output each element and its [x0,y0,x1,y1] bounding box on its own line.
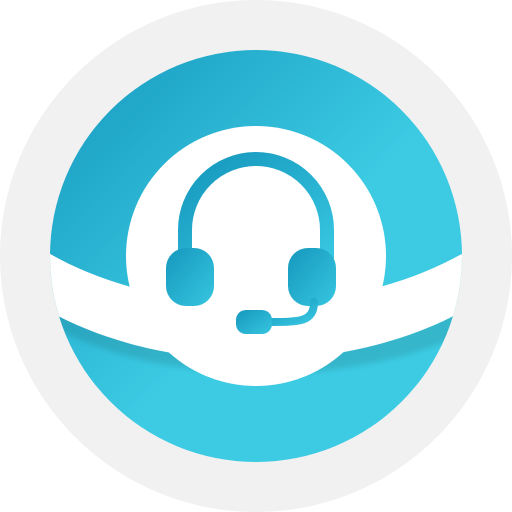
app-icon [0,0,512,512]
right-earcup [288,248,336,306]
left-earcup [166,248,214,306]
microphone [236,310,272,334]
support-logo [0,0,512,512]
